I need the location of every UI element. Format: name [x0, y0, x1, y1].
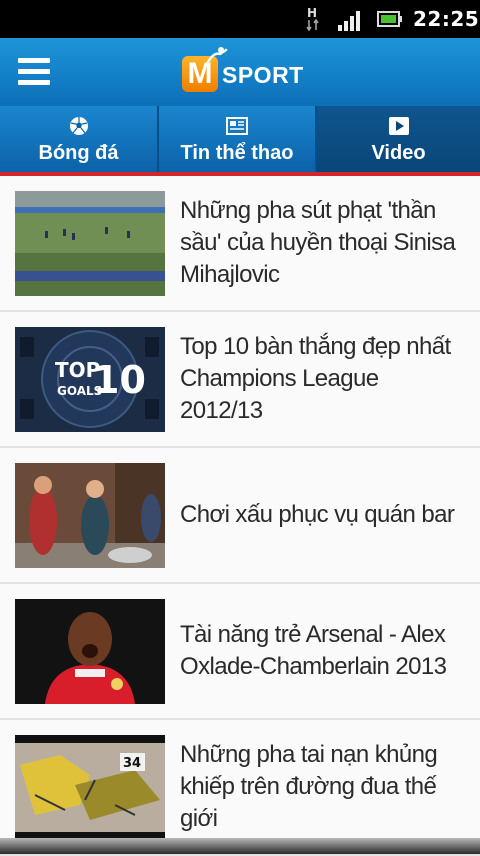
- bottom-edge-bar: [0, 838, 480, 854]
- newspaper-icon: [226, 117, 248, 135]
- bar-prank-thumbnail: [15, 463, 165, 568]
- category-tabs: Bóng đá Tin thể thao Video: [0, 106, 480, 176]
- thumbnail-image: 34: [15, 735, 165, 840]
- tab-bong-da[interactable]: Bóng đá: [0, 106, 159, 172]
- status-bar: H 22:25: [0, 0, 480, 38]
- signal-icon: [338, 11, 360, 31]
- video-item[interactable]: TOP 10 GOALS Top 10 bàn thắng đẹp nhất C…: [0, 312, 480, 448]
- video-title: Top 10 bàn thắng đẹp nhất Champions Leag…: [180, 333, 451, 424]
- battery-icon: [377, 11, 402, 27]
- soccer-field-thumbnail: [15, 191, 165, 296]
- video-item[interactable]: Những pha sút phạt 'thần sầu' của huyền …: [0, 176, 480, 312]
- soccer-ball-icon: [69, 117, 88, 135]
- svg-text:GOALS: GOALS: [57, 384, 102, 398]
- svg-text:H: H: [307, 6, 317, 20]
- thumbnail-image: [15, 599, 165, 704]
- video-title: Tài năng trẻ Arsenal - Alex Oxlade-Chamb…: [180, 621, 447, 680]
- video-item[interactable]: Tài năng trẻ Arsenal - Alex Oxlade-Chamb…: [0, 584, 480, 720]
- video-list: Những pha sút phạt 'thần sầu' của huyền …: [0, 176, 480, 856]
- top10-goals-thumbnail: TOP 10 GOALS: [15, 327, 165, 432]
- video-item[interactable]: Chơi xấu phục vụ quán bar: [0, 448, 480, 584]
- app-header: M SPORT: [0, 38, 480, 106]
- tab-video[interactable]: Video: [317, 106, 480, 172]
- player-portrait-thumbnail: [15, 599, 165, 704]
- tab-label: Video: [371, 142, 426, 164]
- tab-label: Bóng đá: [38, 142, 119, 164]
- svg-text:34: 34: [123, 756, 141, 771]
- logo-text: SPORT: [222, 62, 304, 88]
- clock-time: 22:25: [413, 7, 480, 31]
- thumbnail-image: [15, 191, 165, 296]
- tab-tin-the-thao[interactable]: Tin thể thao: [159, 106, 317, 172]
- video-title: Chơi xấu phục vụ quán bar: [180, 501, 455, 528]
- network-h-icon: H: [306, 6, 319, 32]
- hamburger-menu-icon[interactable]: [18, 58, 50, 86]
- thumbnail-image: [15, 463, 165, 568]
- video-title: Những pha tai nạn khủng khiếp trên đường…: [180, 741, 438, 832]
- video-title: Những pha sút phạt 'thần sầu' của huyền …: [180, 197, 456, 288]
- race-crash-thumbnail: 34: [15, 735, 165, 840]
- msport-logo: M SPORT: [182, 47, 312, 94]
- play-icon: [388, 117, 409, 135]
- thumbnail-image: TOP 10 GOALS: [15, 327, 165, 432]
- video-item[interactable]: 34 Những pha tai nạn khủng khiếp trên đư…: [0, 720, 480, 856]
- tab-label: Tin thể thao: [180, 142, 294, 164]
